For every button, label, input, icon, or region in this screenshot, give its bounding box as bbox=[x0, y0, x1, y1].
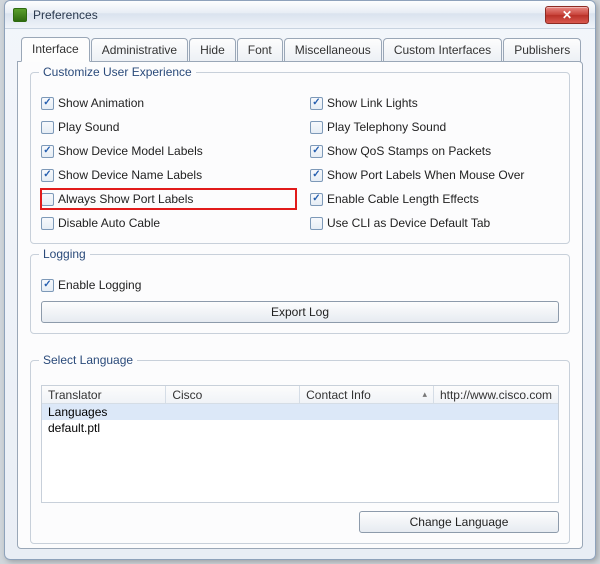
checkbox-icon bbox=[41, 121, 54, 134]
checkbox-icon bbox=[41, 217, 54, 230]
opt-disable-auto-cable[interactable]: Disable Auto Cable bbox=[41, 213, 290, 233]
language-table: Translator Cisco Contact Info ▴ http://w… bbox=[41, 385, 559, 503]
group-logging: Logging Enable Logging Export Log bbox=[30, 254, 570, 334]
opt-play-sound[interactable]: Play Sound bbox=[41, 117, 290, 137]
opt-always-show-port-labels[interactable]: Always Show Port Labels bbox=[41, 189, 296, 209]
col-url[interactable]: http://www.cisco.com bbox=[434, 386, 558, 403]
checkbox-label: Play Telephony Sound bbox=[327, 120, 446, 134]
col-label: Translator bbox=[48, 388, 102, 402]
checkbox-label: Use CLI as Device Default Tab bbox=[327, 216, 490, 230]
checkbox-icon bbox=[310, 145, 323, 158]
export-log-button[interactable]: Export Log bbox=[41, 301, 559, 323]
checkbox-label: Enable Cable Length Effects bbox=[327, 192, 479, 206]
col-translator[interactable]: Translator bbox=[42, 386, 166, 403]
checkbox-icon bbox=[310, 97, 323, 110]
change-language-button[interactable]: Change Language bbox=[359, 511, 559, 533]
tab-label: Interface bbox=[32, 42, 79, 56]
language-row[interactable]: Languages bbox=[42, 404, 558, 420]
language-row[interactable]: default.ptl bbox=[42, 420, 558, 436]
checkbox-icon bbox=[41, 193, 54, 206]
language-table-body: Languages default.ptl bbox=[42, 404, 558, 502]
col-label: Cisco bbox=[172, 388, 202, 402]
opt-enable-cable-length-effects[interactable]: Enable Cable Length Effects bbox=[310, 189, 559, 209]
close-button[interactable]: ✕ bbox=[545, 6, 589, 24]
tab-label: Administrative bbox=[102, 43, 177, 57]
sort-up-icon: ▴ bbox=[422, 389, 427, 400]
checkbox-label: Show Animation bbox=[58, 96, 144, 110]
checkbox-icon bbox=[310, 169, 323, 182]
checkbox-label: Show Device Model Labels bbox=[58, 144, 203, 158]
group-language-legend: Select Language bbox=[39, 353, 137, 367]
group-language: Select Language Translator Cisco Contact… bbox=[30, 360, 570, 544]
opt-show-device-model-labels[interactable]: Show Device Model Labels bbox=[41, 141, 290, 161]
checkbox-label: Show Link Lights bbox=[327, 96, 418, 110]
tab-label: Miscellaneous bbox=[295, 43, 371, 57]
checkbox-icon bbox=[41, 97, 54, 110]
tab-publishers[interactable]: Publishers bbox=[503, 38, 581, 63]
col-cisco[interactable]: Cisco bbox=[166, 386, 300, 403]
checkbox-icon bbox=[41, 145, 54, 158]
language-name: Languages bbox=[48, 405, 178, 419]
tab-bar: Interface Administrative Hide Font Misce… bbox=[21, 37, 583, 62]
tab-label: Font bbox=[248, 43, 272, 57]
opt-use-cli-default-tab[interactable]: Use CLI as Device Default Tab bbox=[310, 213, 559, 233]
tab-miscellaneous[interactable]: Miscellaneous bbox=[284, 38, 382, 63]
checkbox-icon bbox=[41, 279, 54, 292]
checkbox-icon bbox=[310, 193, 323, 206]
checkbox-icon bbox=[310, 121, 323, 134]
col-label: Contact Info bbox=[306, 388, 371, 402]
tab-font[interactable]: Font bbox=[237, 38, 283, 63]
opt-show-qos-stamps[interactable]: Show QoS Stamps on Packets bbox=[310, 141, 559, 161]
checkbox-label: Always Show Port Labels bbox=[58, 192, 193, 206]
checkbox-label: Show QoS Stamps on Packets bbox=[327, 144, 491, 158]
opt-show-animation[interactable]: Show Animation bbox=[41, 93, 290, 113]
opt-show-device-name-labels[interactable]: Show Device Name Labels bbox=[41, 165, 290, 185]
tab-administrative[interactable]: Administrative bbox=[91, 38, 188, 63]
opt-play-telephony-sound[interactable]: Play Telephony Sound bbox=[310, 117, 559, 137]
tab-label: Custom Interfaces bbox=[394, 43, 491, 57]
group-logging-legend: Logging bbox=[39, 247, 90, 261]
customize-grid: Show Animation Show Link Lights Play Sou… bbox=[41, 93, 559, 233]
tab-panel-interface: Customize User Experience Show Animation… bbox=[17, 61, 583, 549]
button-label: Export Log bbox=[271, 305, 329, 319]
checkbox-icon bbox=[41, 169, 54, 182]
group-customize: Customize User Experience Show Animation… bbox=[30, 72, 570, 244]
checkbox-label: Play Sound bbox=[58, 120, 119, 134]
checkbox-label: Show Device Name Labels bbox=[58, 168, 202, 182]
opt-enable-logging[interactable]: Enable Logging bbox=[41, 275, 559, 295]
checkbox-icon bbox=[310, 217, 323, 230]
opt-show-link-lights[interactable]: Show Link Lights bbox=[310, 93, 559, 113]
titlebar: Preferences ✕ bbox=[5, 1, 595, 29]
tab-label: Publishers bbox=[514, 43, 570, 57]
col-label: http://www.cisco.com bbox=[440, 388, 552, 402]
language-table-header: Translator Cisco Contact Info ▴ http://w… bbox=[42, 386, 558, 404]
opt-show-port-labels-mouseover[interactable]: Show Port Labels When Mouse Over bbox=[310, 165, 559, 185]
tab-interface[interactable]: Interface bbox=[21, 37, 90, 62]
checkbox-label: Show Port Labels When Mouse Over bbox=[327, 168, 524, 182]
button-label: Change Language bbox=[410, 515, 509, 529]
app-icon bbox=[13, 8, 27, 22]
preferences-window: Preferences ✕ Interface Administrative H… bbox=[4, 0, 596, 560]
tab-custom-interfaces[interactable]: Custom Interfaces bbox=[383, 38, 502, 63]
col-contact[interactable]: Contact Info ▴ bbox=[300, 386, 434, 403]
window-body: Interface Administrative Hide Font Misce… bbox=[17, 37, 583, 549]
language-name: default.ptl bbox=[48, 421, 178, 435]
close-icon: ✕ bbox=[562, 8, 572, 22]
window-title: Preferences bbox=[33, 8, 98, 22]
tab-hide[interactable]: Hide bbox=[189, 38, 236, 63]
group-customize-legend: Customize User Experience bbox=[39, 65, 196, 79]
tab-label: Hide bbox=[200, 43, 225, 57]
checkbox-label: Enable Logging bbox=[58, 278, 141, 292]
checkbox-label: Disable Auto Cable bbox=[58, 216, 160, 230]
